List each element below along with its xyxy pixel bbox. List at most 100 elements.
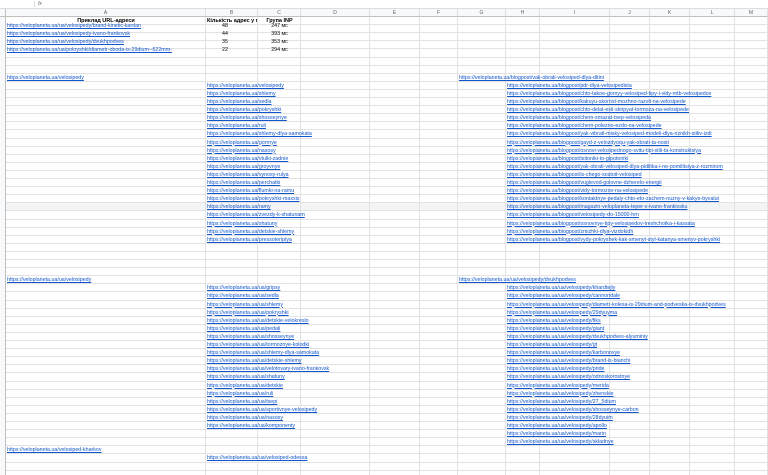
group1-url-h[interactable]: https://veloplaneta.ua/blogpost/velosipe…: [507, 211, 768, 219]
group2-url-g[interactable]: https://veloplaneta.ua/ua/velosipedy/dvu…: [459, 276, 759, 284]
group1-url-h[interactable]: https://veloplaneta.ua/blogpost/tsitonik…: [507, 155, 768, 163]
group1-url-h[interactable]: https://veloplaneta.ua/blogpost/gayd-z-v…: [507, 139, 768, 147]
group1-url-g[interactable]: https://veloplaneta.ua/blogpost/vak-obra…: [459, 74, 759, 82]
group2-url-b[interactable]: https://veloplaneta.ua/ua/nasosy: [207, 414, 347, 422]
group1-url-b[interactable]: https://veloplaneta.ua/gorrnye: [207, 139, 347, 147]
group2-url-b[interactable]: https://veloplaneta.ua/ua/pokryshki: [207, 309, 347, 317]
group3-url-a[interactable]: https://veloplaneta.ua/velosiped-kharkov: [7, 446, 197, 454]
group2-url-b[interactable]: https://veloplaneta.ua/ua/ruli: [207, 390, 347, 398]
table-row-inp[interactable]: 353 мс: [259, 38, 300, 46]
group1-url-h[interactable]: https://veloplaneta.ua/blogpost/vidy-tor…: [507, 187, 768, 195]
group2-url-h[interactable]: https://veloplaneta.ua/ua/velosipedy/dvu…: [507, 333, 768, 341]
group1-url-b[interactable]: https://veloplaneta.ua/pokryshki-maxxis: [207, 195, 347, 203]
group1-url-h[interactable]: https://veloplaneta.ua/blogpost/osnovi-v…: [507, 147, 768, 155]
group2-url-b[interactable]: https://veloplaneta.ua/ua/shatuny: [207, 373, 347, 381]
table-row-inp[interactable]: 294 мс: [259, 46, 300, 54]
table-row-inp[interactable]: 393 мс: [259, 30, 300, 38]
column-header-d[interactable]: D: [301, 9, 370, 17]
group2-url-b[interactable]: https://veloplaneta.ua/ua/sedla: [207, 292, 347, 300]
table-row-url[interactable]: https://veloplaneta.ua/ua/pokryshki/diam…: [7, 46, 205, 54]
group2-url-a[interactable]: https://veloplaneta.ua/ua/velosipedy: [7, 276, 197, 284]
table-row-count[interactable]: 35: [207, 38, 243, 46]
group1-url-b[interactable]: https://veloplaneta.ua/shlemy: [207, 90, 347, 98]
group2-url-b[interactable]: https://veloplaneta.ua/ua/tsepi: [207, 398, 347, 406]
column-header-h[interactable]: H: [506, 9, 540, 17]
group1-url-h[interactable]: https://veloplaneta.ua/blogpost/magazin-…: [507, 203, 768, 211]
group2-url-h[interactable]: https://veloplaneta.ua/ua/velosipedy/fik…: [507, 317, 768, 325]
column-header-c[interactable]: C: [258, 9, 301, 17]
group1-url-b[interactable]: https://veloplaneta.ua/sedla: [207, 98, 347, 106]
group2-url-h[interactable]: https://veloplaneta.ua/ua/velosipedy/zhe…: [507, 390, 768, 398]
group1-url-b[interactable]: https://veloplaneta.ua/nasosy: [207, 147, 347, 155]
column-header-b[interactable]: B: [206, 9, 258, 17]
table-row-url[interactable]: https://veloplaneta.ua/ua/velosipedy-iva…: [7, 30, 205, 38]
column-header-a[interactable]: A: [6, 9, 206, 17]
group2-url-h[interactable]: https://veloplaneta.ua/ua/velosipedy/28d…: [507, 414, 768, 422]
name-box[interactable]: [2, 0, 32, 8]
group1-url-b[interactable]: https://veloplaneta.ua/flumki-na-ramu: [207, 187, 347, 195]
column-header-f[interactable]: F: [420, 9, 458, 17]
group1-url-h[interactable]: https://veloplaneta.ua/blogpost/chem-sma…: [507, 114, 768, 122]
group1-url-h[interactable]: https://veloplaneta.ua/blogpost/yak-vibr…: [507, 130, 768, 138]
group1-url-h[interactable]: https://veloplaneta.ua/blogpost/zmizhki-…: [507, 228, 768, 236]
group2-url-h[interactable]: https://veloplaneta.ua/ua/velosipedy/dia…: [507, 301, 768, 309]
group1-url-h[interactable]: https://veloplaneta.ua/blogpost/chem-pol…: [507, 122, 768, 130]
group1-url-h[interactable]: https://veloplaneta.ua/blogpost/is-chego…: [507, 171, 768, 179]
group1-url-b[interactable]: https://veloplaneta.ua/perchatki: [207, 179, 347, 187]
group2-url-h[interactable]: https://veloplaneta.ua/ua/velosipedy/bra…: [507, 357, 768, 365]
column-header-m[interactable]: M: [735, 9, 768, 17]
column-header-g[interactable]: G: [458, 9, 506, 17]
group1-url-b[interactable]: https://veloplaneta.ua/pressoteripiya: [207, 236, 347, 244]
group1-url-h[interactable]: https://veloplaneta.ua/blogpost/vuglevod…: [507, 179, 768, 187]
group2-url-h[interactable]: https://veloplaneta.ua/ua/velosipedy/kar…: [507, 349, 768, 357]
group2-url-b[interactable]: https://veloplaneta.ua/ua/sportivnye-vel…: [207, 406, 347, 414]
group1-url-b[interactable]: https://veloplaneta.ua/shatuny: [207, 220, 347, 228]
group1-url-b[interactable]: https://veloplaneta.ua/pokryshki: [207, 106, 347, 114]
table-row-inp[interactable]: 247 мс: [259, 22, 300, 30]
group2-url-b[interactable]: https://veloplaneta.ua/ua/tormoznye-kolo…: [207, 341, 347, 349]
group2-url-h[interactable]: https://veloplaneta.ua/ua/velosipedy/pri…: [507, 365, 768, 373]
group1-url-h[interactable]: https://veloplaneta.ua/blogpost/kontaktn…: [507, 195, 768, 203]
group2-url-b[interactable]: https://veloplaneta.ua/ua/detskie-velokr…: [207, 317, 347, 325]
table-row-url[interactable]: https://veloplaneta.ua/ua/velosipedy/dvu…: [7, 38, 205, 46]
group1-url-b[interactable]: https://veloplaneta.ua/vtulki-zadnie: [207, 155, 347, 163]
group2-url-h[interactable]: https://veloplaneta.ua/ua/velosipedy/mer…: [507, 382, 768, 390]
group1-url-h[interactable]: https://veloplaneta.ua/blogpost/chto-tak…: [507, 90, 768, 98]
group2-url-b[interactable]: https://veloplaneta.ua/ua/pedali: [207, 325, 347, 333]
group2-url-b[interactable]: https://veloplaneta.ua/ua/detskie-shlemy: [207, 357, 347, 365]
group1-url-b[interactable]: https://veloplaneta.ua/ruli: [207, 122, 347, 130]
group2-url-b[interactable]: https://veloplaneta.ua/ua/gripsy: [207, 284, 347, 292]
group2-url-h[interactable]: https://veloplaneta.ua/ua/velosipedy/mar…: [507, 430, 768, 438]
group2-url-b[interactable]: https://veloplaneta.ua/ua/shlemy: [207, 301, 347, 309]
group1-url-a[interactable]: https://veloplaneta.ua/velosipedy: [7, 74, 197, 82]
group2-url-b[interactable]: https://veloplaneta.ua/ua/velotovary-iva…: [207, 365, 347, 373]
group1-url-b[interactable]: https://veloplaneta.ua/zvezdy-k-shatunam: [207, 211, 347, 219]
group2-url-h[interactable]: https://veloplaneta.ua/ua/velosipedy/apo…: [507, 422, 768, 430]
group1-url-h[interactable]: https://veloplaneta.ua/blogpost/pdr-dlya…: [507, 82, 768, 90]
group1-url-h[interactable]: https://veloplaneta.ua/blogpost/chto-del…: [507, 106, 768, 114]
group1-url-b[interactable]: https://veloplaneta.ua/velosipedy: [207, 82, 347, 90]
column-header-e[interactable]: E: [370, 9, 420, 17]
group2-url-h[interactable]: https://veloplaneta.ua/ua/velosipedy/gt: [507, 341, 768, 349]
group3-url-b[interactable]: https://veloplaneta.ua/ua/velosiped-odes…: [207, 454, 347, 462]
group2-url-h[interactable]: https://veloplaneta.ua/ua/velosipedy/skl…: [507, 438, 768, 446]
table-row-count[interactable]: 44: [207, 30, 243, 38]
group2-url-b[interactable]: https://veloplaneta.ua/ua/shlemy-dlya-sa…: [207, 349, 347, 357]
group1-url-h[interactable]: https://veloplaneta.ua/blogpost/kakuyu-s…: [507, 98, 768, 106]
group2-url-h[interactable]: https://veloplaneta.ua/ua/velosipedy/odn…: [507, 373, 768, 381]
column-header-l[interactable]: L: [690, 9, 735, 17]
group2-url-b[interactable]: https://veloplaneta.ua/ua/detskie: [207, 382, 347, 390]
group2-url-b[interactable]: https://veloplaneta.ua/ua/shossеynye: [207, 333, 347, 341]
column-header-i[interactable]: I: [540, 9, 610, 17]
group2-url-h[interactable]: https://veloplaneta.ua/ua/velosipedy/kha…: [507, 284, 768, 292]
group2-url-h[interactable]: https://veloplaneta.ua/ua/velosipedy/27_…: [507, 398, 768, 406]
column-header-k[interactable]: K: [650, 9, 690, 17]
group1-url-b[interactable]: https://veloplaneta.ua/shlemy-dlya-samok…: [207, 130, 347, 138]
group1-url-b[interactable]: https://veloplaneta.ua/shossеynye: [207, 114, 347, 122]
table-row-count[interactable]: 22: [207, 46, 243, 54]
group2-url-h[interactable]: https://veloplaneta.ua/ua/velosipedy/can…: [507, 292, 768, 300]
group1-url-b[interactable]: https://veloplaneta.ua/groyvnye: [207, 163, 347, 171]
spreadsheet-grid[interactable]: A B C D E F G H I J K L M Приклад URL-адреси Кількість…: [0, 9, 768, 475]
group2-url-h[interactable]: https://veloplaneta.ua/ua/velosipedy/29d…: [507, 309, 768, 317]
group1-url-b[interactable]: https://veloplaneta.ua/detskie-shlemy: [207, 228, 347, 236]
